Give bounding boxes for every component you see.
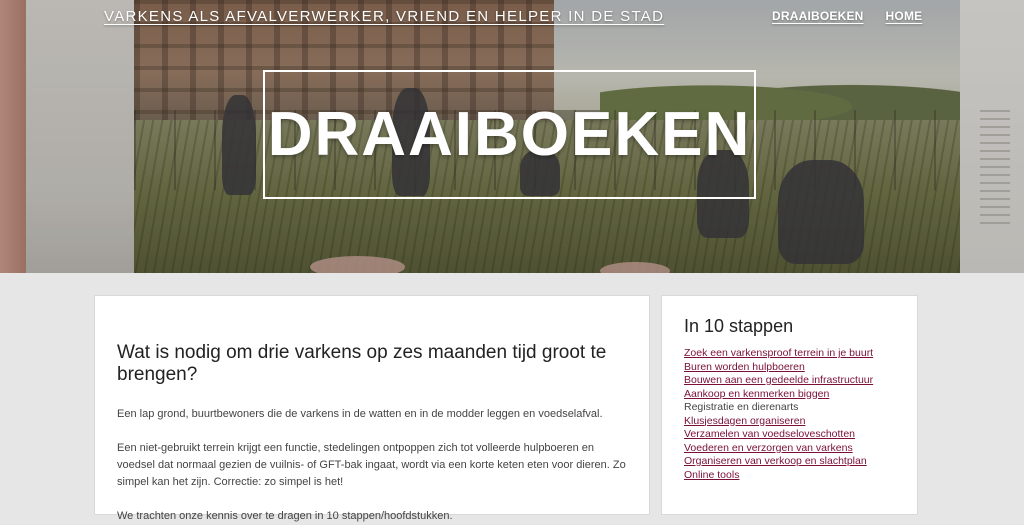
steps-list: Zoek een varkensproof terrein in je buur… <box>684 347 895 482</box>
article-paragraph: We trachten onze kennis over te dragen i… <box>117 510 453 522</box>
steps-list-item: Verzamelen van voedseloveschotten <box>684 428 895 442</box>
main-content-card: Wat is nodig om drie varkens op zes maan… <box>94 295 650 522</box>
article-paragraph: Een niet-gebruikt terrein krijgt een fun… <box>117 442 626 488</box>
article-paragraph: Een lap grond, buurtbewoners die de vark… <box>117 408 603 420</box>
steps-list-item: Buren worden hulpboeren <box>684 361 895 375</box>
sidebar-card: In 10 stappen Zoek een varkensproof terr… <box>661 295 918 515</box>
steps-list-item: Voederen en verzorgen van varkens <box>684 442 895 456</box>
step-link-voederen[interactable]: Voederen en verzorgen van varkens <box>684 442 853 454</box>
step-link-verkoop[interactable]: Organiseren van verkoop en slachtplan <box>684 455 867 467</box>
steps-list-item: Klusjesdagen organiseren <box>684 415 895 429</box>
steps-list-item: Zoek een varkensproof terrein in je buur… <box>684 347 895 361</box>
step-link-voedseloverschotten[interactable]: Verzamelen van voedseloveschotten <box>684 428 855 440</box>
step-link-infrastructuur[interactable]: Bouwen aan een gedeelde infrastructuur <box>684 374 873 386</box>
site-title-link[interactable]: VARKENS ALS AFVALVERWERKER, VRIEND EN HE… <box>104 8 664 25</box>
step-link-online-tools[interactable]: Online tools <box>684 469 739 481</box>
nav-link-home[interactable]: HOME <box>886 9 923 23</box>
article-heading: Wat is nodig om drie varkens op zes maan… <box>117 342 607 385</box>
steps-list-item: Online tools <box>684 469 895 483</box>
steps-list-item: Aankoop en kenmerken biggen <box>684 388 895 402</box>
step-link-hulpboeren[interactable]: Buren worden hulpboeren <box>684 361 805 373</box>
steps-list-item: Organiseren van verkoop en slachtplan <box>684 455 895 469</box>
hero-title-box: DRAAIBOEKEN <box>263 70 756 199</box>
steps-list-item: Registratie en dierenarts <box>684 401 895 415</box>
step-link-biggen[interactable]: Aankoop en kenmerken biggen <box>684 388 829 400</box>
main-nav: DRAAIBOEKEN HOME <box>772 9 922 23</box>
step-link-terrein[interactable]: Zoek een varkensproof terrein in je buur… <box>684 347 873 359</box>
sidebar-title: In 10 stappen <box>684 316 794 336</box>
hero-title: DRAAIBOEKEN <box>267 100 752 169</box>
steps-list-item: Bouwen aan een gedeelde infrastructuur <box>684 374 895 388</box>
step-link-klusjesdagen[interactable]: Klusjesdagen organiseren <box>684 415 805 427</box>
nav-link-draaiboeken[interactable]: DRAAIBOEKEN <box>772 9 864 23</box>
step-text-registratie: Registratie en dierenarts <box>684 401 799 413</box>
